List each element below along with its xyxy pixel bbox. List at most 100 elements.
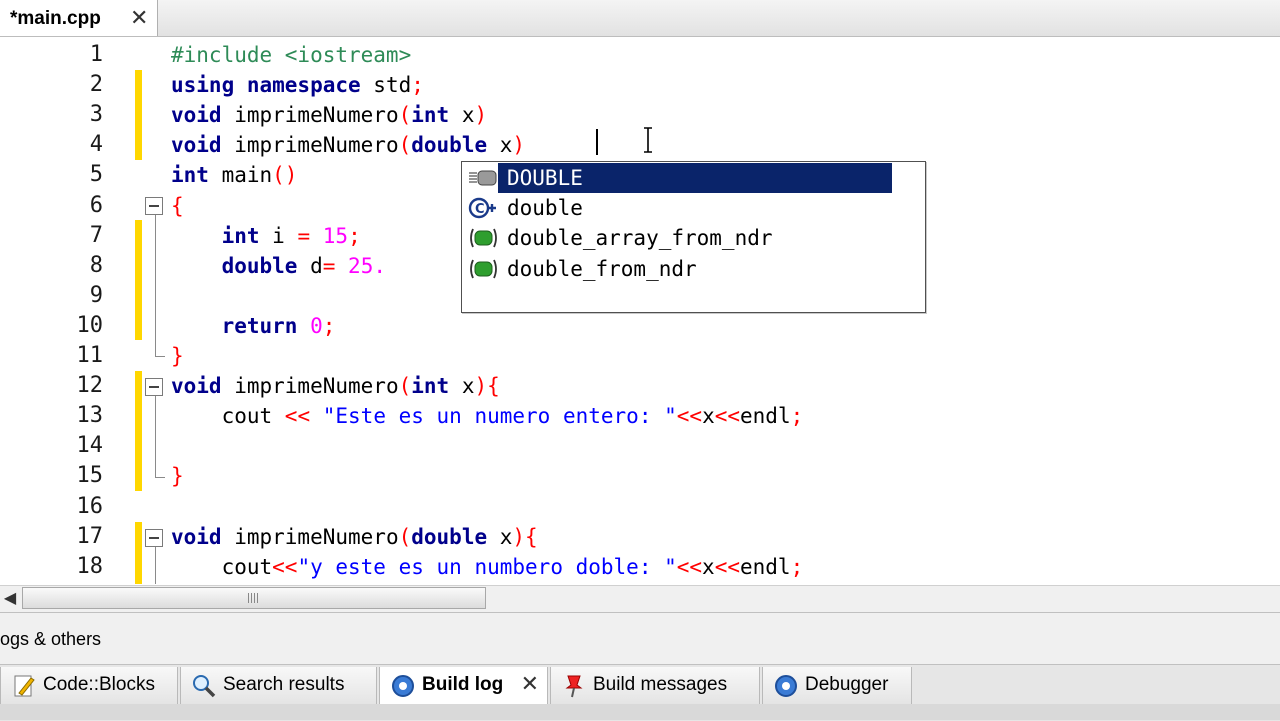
code-line[interactable]: cout << "Este es un numero entero: "<<x<… bbox=[171, 401, 804, 431]
code-token: endl bbox=[740, 554, 791, 579]
logs-tab-label: Search results bbox=[223, 674, 345, 695]
code-token: ( bbox=[398, 133, 412, 158]
logs-tab-label: Code::Blocks bbox=[43, 674, 155, 695]
fold-toggle-icon[interactable] bbox=[145, 197, 163, 215]
logs-tab[interactable]: Build log ✕ bbox=[379, 667, 548, 705]
logs-tab[interactable]: Search results bbox=[180, 667, 377, 705]
fold-toggle-icon[interactable] bbox=[145, 529, 163, 547]
code-line[interactable]: void imprimeNumero(int x){ bbox=[171, 371, 500, 401]
code-line[interactable]: int main() bbox=[171, 160, 297, 190]
code-token: ( bbox=[398, 103, 412, 128]
code-line[interactable]: return 0; bbox=[171, 311, 336, 341]
line-number: 11 bbox=[76, 343, 104, 368]
magnifier-icon bbox=[191, 673, 217, 699]
autocomplete-item-label: DOUBLE bbox=[498, 163, 892, 193]
code-token: cout bbox=[171, 554, 273, 579]
code-token: { bbox=[171, 193, 184, 218]
code-token: } bbox=[171, 464, 184, 489]
code-token: ( bbox=[398, 374, 412, 399]
code-token: using namespace bbox=[171, 73, 361, 98]
code-token: << bbox=[676, 554, 703, 579]
code-token: << bbox=[714, 554, 740, 579]
code-line[interactable]: void imprimeNumero(int x) bbox=[171, 100, 487, 130]
function-icon bbox=[468, 258, 498, 280]
code-line[interactable]: cout<<"y este es un numbero doble: "<<x<… bbox=[171, 552, 804, 582]
code-token: ){ bbox=[474, 374, 500, 399]
code-line[interactable]: using namespace std; bbox=[171, 70, 424, 100]
code-token: int bbox=[171, 163, 209, 188]
autocomplete-item[interactable]: DOUBLE bbox=[462, 163, 925, 193]
code-token: << bbox=[676, 404, 703, 429]
code-line[interactable]: #include <iostream> bbox=[171, 40, 411, 70]
code-token: endl bbox=[740, 404, 791, 429]
scrollbar-thumb[interactable] bbox=[22, 587, 486, 609]
fold-line bbox=[155, 215, 156, 356]
autocomplete-item[interactable]: Cdouble bbox=[462, 193, 925, 223]
line-number: 7 bbox=[89, 222, 103, 248]
close-tab-icon[interactable]: ✕ bbox=[521, 671, 539, 697]
code-token: std bbox=[360, 73, 412, 98]
code-token: 15 bbox=[322, 223, 349, 248]
macro-icon bbox=[468, 167, 498, 189]
autocomplete-item[interactable]: double_from_ndr bbox=[462, 254, 925, 284]
code-line[interactable]: { bbox=[171, 191, 184, 221]
code-token: int bbox=[411, 103, 450, 128]
line-number: 12 bbox=[76, 373, 104, 399]
change-marker bbox=[135, 220, 142, 340]
logs-tab-label: Build messages bbox=[593, 674, 728, 695]
ibeam-cursor-icon bbox=[644, 127, 652, 153]
code-line[interactable]: } bbox=[171, 461, 184, 491]
line-number: 5 bbox=[89, 162, 103, 188]
line-number: 15 bbox=[76, 463, 104, 489]
file-tab-main-cpp[interactable]: *main.cpp ✕ bbox=[0, 0, 158, 36]
gear-icon bbox=[390, 673, 416, 699]
fold-end bbox=[155, 477, 165, 478]
code-token: << bbox=[284, 404, 311, 429]
code-token: x bbox=[449, 374, 475, 399]
code-token: double bbox=[221, 253, 298, 278]
code-token: imprimeNumero bbox=[221, 103, 399, 128]
code-line[interactable]: double d= 25. bbox=[171, 251, 386, 281]
code-token: void bbox=[171, 133, 222, 158]
logs-panel-header: ogs & others bbox=[0, 612, 1280, 665]
code-token: double bbox=[411, 133, 488, 158]
function-icon bbox=[468, 227, 498, 249]
logs-tab[interactable]: Debugger bbox=[762, 667, 912, 705]
logs-tab-label: Debugger bbox=[805, 674, 889, 695]
code-token: #include <iostream> bbox=[171, 43, 412, 67]
close-tab-icon[interactable]: ✕ bbox=[130, 5, 148, 31]
change-marker bbox=[135, 371, 142, 491]
autocomplete-item[interactable]: double_array_from_ndr bbox=[462, 223, 925, 253]
code-token: int bbox=[411, 374, 450, 399]
code-line[interactable]: } bbox=[171, 341, 184, 371]
horizontal-scrollbar[interactable]: ◀ bbox=[0, 585, 1280, 612]
file-tab-label: *main.cpp bbox=[10, 8, 101, 29]
scroll-left-arrow-icon[interactable]: ◀ bbox=[0, 588, 20, 610]
code-token: double bbox=[411, 524, 488, 549]
code-token: "Este es un numero entero: " bbox=[322, 404, 677, 429]
code-line[interactable]: int i = 15; bbox=[171, 221, 361, 251]
scrollbar-grip bbox=[248, 593, 260, 603]
fold-toggle-icon[interactable] bbox=[145, 378, 163, 396]
logs-tab[interactable]: Build messages bbox=[550, 667, 760, 705]
code-token: = bbox=[322, 253, 336, 278]
logs-content-strip bbox=[0, 704, 1280, 720]
code-line[interactable]: void imprimeNumero(double x){ bbox=[171, 522, 538, 552]
code-token: } bbox=[171, 344, 184, 368]
line-number: 4 bbox=[89, 132, 103, 158]
code-line[interactable]: void imprimeNumero(double x) bbox=[171, 130, 525, 160]
code-token: ; bbox=[348, 223, 361, 248]
fold-line bbox=[155, 547, 156, 584]
code-token: << bbox=[714, 404, 741, 429]
change-marker bbox=[135, 522, 142, 584]
editor-tab-bar: *main.cpp ✕ bbox=[0, 0, 1280, 37]
text-caret bbox=[596, 129, 598, 155]
code-token: ( bbox=[398, 524, 412, 549]
fold-line bbox=[155, 396, 156, 477]
code-token: void bbox=[171, 524, 222, 549]
logs-tab[interactable]: Code::Blocks bbox=[0, 667, 178, 705]
class-icon: C bbox=[468, 197, 498, 219]
